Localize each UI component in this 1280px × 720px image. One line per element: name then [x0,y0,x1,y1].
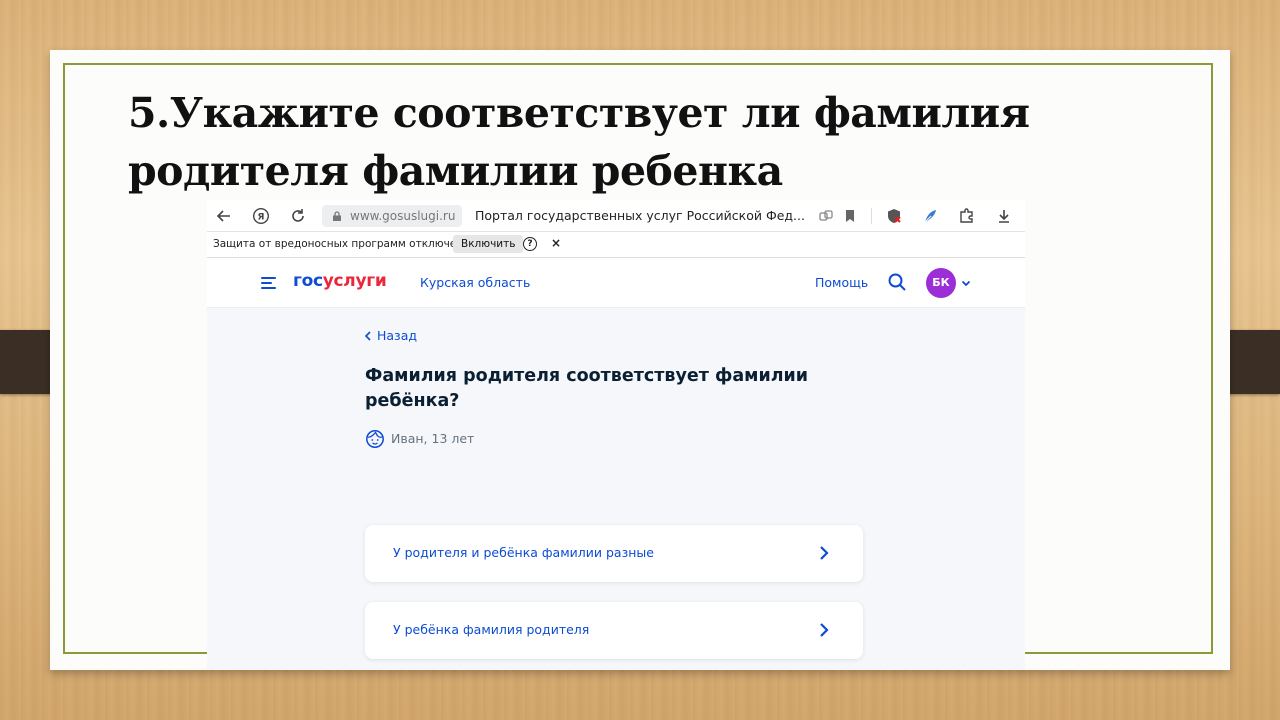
option-parent-surname[interactable]: У ребёнка фамилия родителя [365,602,863,659]
url-text: www.gosuslugi.ru [350,209,456,223]
question-title: Фамилия родителя соответствует фамилии р… [365,366,809,411]
chevron-right-icon [820,623,829,637]
back-label: Назад [377,328,418,343]
gosuslugi-logo[interactable]: госуслуги [293,271,387,291]
yandex-icon[interactable]: Я [252,207,270,225]
url-field[interactable]: www.gosuslugi.ru [322,205,462,227]
help-link[interactable]: Помощь [815,275,868,290]
slide: 5.Укажите соответствует ли фамилия родит… [50,50,1230,670]
back-link[interactable]: Назад [364,328,418,343]
browser-toolbar: Я www.gosuslugi.ru Портал государственны… [207,200,1025,232]
extensions-puzzle-icon[interactable] [958,207,976,225]
help-icon[interactable]: ? [523,237,537,251]
avatar[interactable]: БК [926,268,956,298]
close-icon[interactable]: × [551,236,561,250]
child-label: Иван, 13 лет [391,431,475,446]
region-selector[interactable]: Курская область [420,275,530,290]
svg-text:Я: Я [258,213,265,223]
browser-screenshot: Я www.gosuslugi.ru Портал государственны… [207,200,1025,670]
option-different-surnames[interactable]: У родителя и ребёнка фамилии разные [365,525,863,582]
enable-button[interactable]: Включить [453,235,524,253]
back-icon[interactable] [215,207,233,225]
page-title-text: Портал государственных услуг Российской … [475,208,805,223]
slide-title: 5.Укажите соответствует ли фамилия родит… [128,89,1030,195]
copy-link-icon[interactable] [817,207,835,225]
child-face-icon [366,430,384,448]
child-info: Иван, 13 лет [365,429,474,449]
reload-icon[interactable] [289,207,307,225]
lock-icon [333,211,341,221]
search-icon[interactable] [887,272,907,292]
extension-feather-icon[interactable] [921,207,939,225]
logo-part-gos: гос [293,271,323,291]
chevron-down-icon[interactable] [961,278,971,288]
notice-text: Защита от вредоносных программ отключена [213,238,470,250]
toolbar-divider [871,208,872,224]
option-label: У ребёнка фамилия родителя [393,622,590,637]
malware-protection-notice: Защита от вредоносных программ отключена… [207,232,1025,258]
site-header: госуслуги Курская область Помощь БК [207,258,1025,308]
option-label: У родителя и ребёнка фамилии разные [393,545,654,560]
chevron-right-icon [820,546,829,560]
bookmark-icon[interactable] [841,207,859,225]
logo-part-uslugi: услуги [322,271,387,291]
menu-icon[interactable] [261,277,276,289]
protect-shield-icon[interactable] [885,207,903,225]
chevron-left-icon [364,331,371,341]
download-icon[interactable] [995,207,1013,225]
